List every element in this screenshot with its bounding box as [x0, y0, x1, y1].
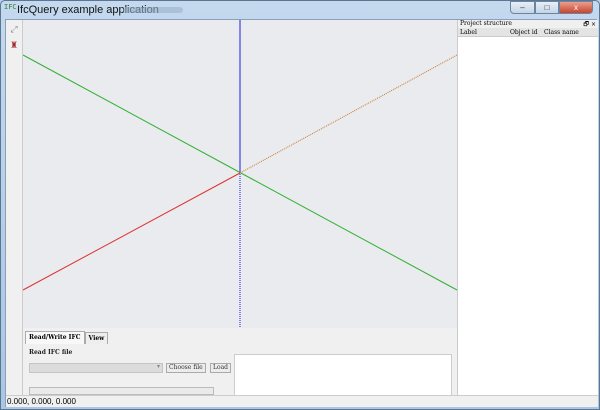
- chevron-down-icon: ▾: [156, 364, 160, 370]
- fit-view-icon[interactable]: ⤢: [7, 22, 21, 36]
- log-output[interactable]: [234, 354, 452, 398]
- panel-title: Project structure: [460, 20, 512, 27]
- client-area: ⤢ ♜ Read/Write IFC View Read IFC file ▾ …: [5, 19, 598, 407]
- maximize-button[interactable]: □: [535, 1, 559, 14]
- close-button[interactable]: x: [559, 1, 593, 14]
- main-window: IFC IfcQuery example application – □ x ⤢…: [0, 0, 600, 410]
- bottom-panel: Read/Write IFC View Read IFC file ▾ Choo…: [23, 328, 457, 398]
- app-icon: IFC: [4, 3, 17, 11]
- title-blur: [123, 7, 183, 13]
- column-label[interactable]: Label: [458, 28, 510, 36]
- minimize-button[interactable]: –: [510, 1, 535, 14]
- read-ifc-label: Read IFC file: [29, 349, 73, 356]
- column-class-name[interactable]: Class name: [544, 28, 579, 36]
- axes: [23, 20, 457, 328]
- status-bar: 0.000, 0.000, 0.000: [6, 395, 598, 407]
- tab-view[interactable]: View: [84, 332, 109, 344]
- tree-header: Label Object id Class name: [458, 28, 598, 37]
- x-axis-negative: [23, 172, 241, 291]
- choose-file-button[interactable]: Choose file: [166, 363, 206, 373]
- view-toolbar: ⤢ ♜: [6, 20, 23, 395]
- load-button[interactable]: Load: [210, 363, 232, 373]
- file-combo[interactable]: ▾: [29, 363, 163, 373]
- 3d-viewport[interactable]: [23, 20, 457, 328]
- column-object-id[interactable]: Object id: [510, 28, 544, 36]
- float-icon[interactable]: 🗗: [583, 21, 589, 28]
- x-axis-positive: [239, 54, 457, 174]
- progress-bar: [29, 387, 214, 395]
- close-panel-icon[interactable]: ×: [591, 21, 596, 28]
- person-icon[interactable]: ♜: [7, 38, 21, 52]
- project-structure-panel: Project structure 🗗 × Label Object id Cl…: [457, 20, 598, 396]
- tab-read-write-ifc[interactable]: Read/Write IFC: [25, 331, 85, 344]
